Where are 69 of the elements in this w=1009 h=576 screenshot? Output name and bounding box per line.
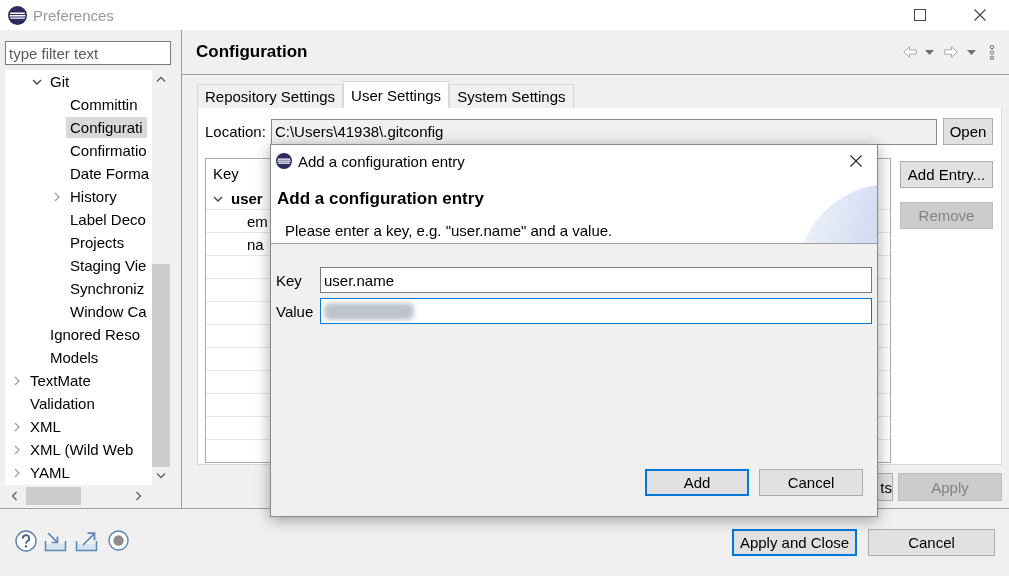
chevron-right-icon[interactable] <box>12 375 22 386</box>
scrollbar-thumb[interactable] <box>152 264 170 467</box>
back-arrow-icon[interactable] <box>903 46 917 58</box>
tree-item[interactable]: Committin <box>66 94 142 115</box>
tree-item[interactable]: Synchroniz <box>66 278 149 299</box>
tree-item[interactable]: Date Forma <box>66 163 152 184</box>
tree-item[interactable]: XML <box>26 416 65 437</box>
app-icon <box>276 153 292 169</box>
apply-and-close-button[interactable]: Apply and Close <box>732 529 857 556</box>
column-header: Key <box>213 164 239 182</box>
scroll-right-icon[interactable] <box>136 491 142 501</box>
text-field[interactable] <box>320 298 872 324</box>
close-icon[interactable] <box>850 155 862 167</box>
chevron-right-icon[interactable] <box>52 191 62 202</box>
window-title: Preferences <box>33 6 115 24</box>
page-title: Configuration <box>196 42 309 62</box>
circle-dot-icon[interactable] <box>108 530 129 551</box>
location-field[interactable]: C:\Users\41938\.gitconfig <box>270 118 937 145</box>
help-icon[interactable] <box>15 530 37 552</box>
tree-item[interactable]: Models <box>46 347 103 368</box>
table-cell: user <box>231 190 263 207</box>
chevron-right-icon[interactable] <box>12 467 22 478</box>
tree-item[interactable]: Staging Vie <box>66 255 151 276</box>
tree-item[interactable]: Window Ca <box>66 301 151 322</box>
tree-item[interactable]: Projects <box>66 232 129 253</box>
location-label: Location: <box>205 123 266 140</box>
tree-item[interactable]: History <box>66 186 121 207</box>
tree-item[interactable]: Configurati <box>66 117 147 138</box>
dialog-heading: Add a configuration entry <box>277 189 485 209</box>
tree-item[interactable]: Label Deco <box>66 209 150 230</box>
table-cell: na <box>247 236 264 253</box>
tab[interactable]: System Settings <box>449 84 574 108</box>
tree-item[interactable]: XML (Wild Web <box>26 439 138 460</box>
dialog-message: Please enter a key, e.g. "user.name" and a value. <box>285 222 614 240</box>
dialog-title: Add a configuration entry <box>298 152 466 170</box>
scroll-left-icon[interactable] <box>11 491 17 501</box>
field-label: Value <box>276 302 315 320</box>
tree-item[interactable]: Confirmatio <box>66 140 151 161</box>
filter-field[interactable]: type filter text <box>5 41 171 65</box>
cancel-button[interactable]: Cancel <box>868 529 995 556</box>
chevron-right-icon[interactable] <box>12 421 22 432</box>
dropdown-icon[interactable] <box>925 49 934 55</box>
forward-arrow-icon[interactable] <box>944 46 958 58</box>
chevron-right-icon[interactable] <box>12 444 22 455</box>
scroll-down-icon[interactable] <box>156 473 166 479</box>
field-label: Key <box>276 271 303 289</box>
add-button[interactable]: Add <box>645 469 749 496</box>
dropdown-icon[interactable] <box>967 49 976 55</box>
open-button[interactable]: Open <box>943 118 993 145</box>
cancel-button[interactable]: Cancel <box>759 469 863 496</box>
add-entry-button[interactable]: Add Entry... <box>900 161 993 188</box>
tab[interactable]: Repository Settings <box>197 84 344 108</box>
text-field[interactable]: user.name <box>320 267 872 293</box>
tree-item[interactable]: Git <box>46 71 74 92</box>
close-icon[interactable] <box>974 9 986 21</box>
maximize-icon[interactable] <box>914 9 926 21</box>
tree-item[interactable]: YAML <box>26 462 74 483</box>
scroll-up-icon[interactable] <box>156 76 166 82</box>
tree-item[interactable]: Ignored Reso <box>46 324 145 345</box>
tree-item[interactable]: Validation <box>26 393 99 414</box>
tab[interactable]: User Settings <box>343 81 450 108</box>
more-icon[interactable] <box>989 44 995 60</box>
tree-item[interactable]: TextMate <box>26 370 95 391</box>
import-icon[interactable] <box>44 530 67 552</box>
app-icon <box>8 5 27 25</box>
restore-defaults-button[interactable]: ts <box>878 473 893 501</box>
table-cell: em <box>247 213 268 230</box>
scrollbar-thumb[interactable] <box>26 487 81 505</box>
export-icon[interactable] <box>75 530 98 552</box>
